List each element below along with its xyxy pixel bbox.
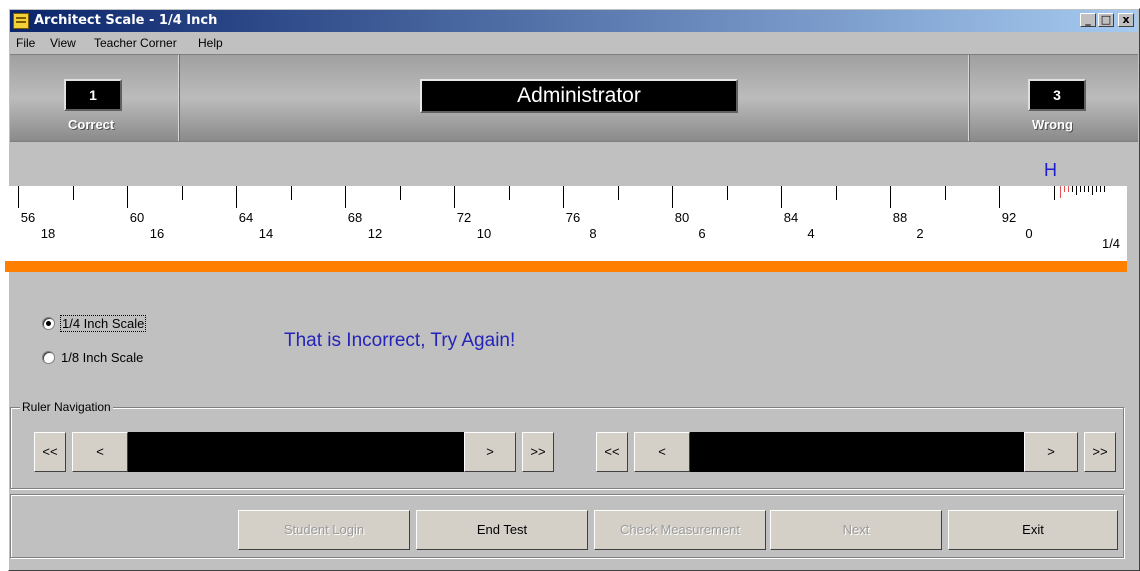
- ruler-fine-tick: [1091, 186, 1093, 195]
- wrong-label: Wrong: [1032, 117, 1073, 132]
- divider: [178, 55, 180, 141]
- ruler-tick: [835, 186, 837, 200]
- architect-ruler[interactable]: 56 18 60 16 64 14 68 12 72 10 76 8 80 6 84 4 88 2 92 0 1/4: [5, 186, 1127, 261]
- ruler-bottom-number: 0: [1025, 226, 1033, 241]
- ruler-tick: [890, 186, 891, 208]
- ruler-bottom-number: 8: [589, 226, 597, 241]
- exit-button[interactable]: Exit: [948, 510, 1118, 550]
- ruler-tick: [1053, 186, 1055, 200]
- menu-view[interactable]: View: [50, 36, 76, 50]
- ruler-bottom-number: 12: [367, 226, 383, 241]
- ruler-top-number: 72: [456, 210, 472, 225]
- ruler-top-number: 56: [20, 210, 36, 225]
- ruler-fine-tick: [1079, 186, 1081, 192]
- menu-file[interactable]: File: [16, 36, 35, 50]
- ruler-fine-tick: [1063, 186, 1065, 192]
- minimize-button[interactable]: _: [1080, 13, 1096, 27]
- ruler-fine-tick: [1067, 186, 1069, 192]
- ruler-tick: [999, 186, 1000, 208]
- feedback-message: That is Incorrect, Try Again!: [284, 330, 516, 351]
- next-button[interactable]: Next: [770, 510, 942, 550]
- ruler-top-number: 88: [892, 210, 908, 225]
- ruler-tick: [127, 186, 128, 208]
- ruler-top-number: 84: [783, 210, 799, 225]
- ruler-fine-tick: [1075, 186, 1077, 195]
- ruler-fine-tick: [1071, 186, 1073, 192]
- radio-button[interactable]: [42, 351, 55, 364]
- ruler-tick: [563, 186, 564, 208]
- ruler-scale-label: 1/4: [1101, 236, 1121, 251]
- ruler-tick: [399, 186, 401, 200]
- left-first-button[interactable]: <<: [34, 432, 66, 472]
- ruler-bottom-number: 4: [807, 226, 815, 241]
- ruler-top-number: 68: [347, 210, 363, 225]
- ruler-fine-tick: [1059, 186, 1061, 198]
- ruler-tick: [181, 186, 183, 200]
- ruler-top-number: 92: [1001, 210, 1017, 225]
- ruler-bottom-number: 18: [40, 226, 56, 241]
- ruler-bottom-number: 2: [916, 226, 924, 241]
- user-name-display: Administrator: [420, 79, 738, 113]
- radio-eighth-inch-scale[interactable]: 1/8 Inch Scale: [42, 350, 143, 365]
- measurement-marker: H: [1044, 160, 1057, 180]
- ruler-top-number: 64: [238, 210, 254, 225]
- ruler-bottom-number: 6: [698, 226, 706, 241]
- student-login-button[interactable]: Student Login: [238, 510, 410, 550]
- ruler-bottom-number: 16: [149, 226, 165, 241]
- ruler-fine-tick: [1083, 186, 1085, 192]
- left-prev-button[interactable]: <: [72, 432, 128, 472]
- ruler-edge-band: [5, 261, 1127, 272]
- correct-count: 1: [64, 79, 122, 111]
- ruler-bottom-number: 14: [258, 226, 274, 241]
- maximize-button[interactable]: □: [1098, 13, 1114, 27]
- menu-help[interactable]: Help: [198, 36, 223, 50]
- radio-label: 1/4 Inch Scale: [59, 315, 147, 332]
- ruler-top-number: 60: [129, 210, 145, 225]
- right-last-button[interactable]: >>: [1084, 432, 1116, 472]
- ruler-tick: [781, 186, 782, 208]
- ruler-tick: [290, 186, 292, 200]
- window-title: Architect Scale - 1/4 Inch: [34, 13, 218, 28]
- radio-label: 1/8 Inch Scale: [61, 350, 144, 365]
- ruler-tick: [72, 186, 74, 200]
- right-scroll-track[interactable]: [690, 432, 1024, 472]
- radio-button-selected[interactable]: [42, 317, 55, 330]
- ruler-fine-tick: [1087, 186, 1089, 192]
- left-last-button[interactable]: >>: [522, 432, 554, 472]
- ruler-fine-tick: [1095, 186, 1097, 192]
- ruler-tick: [672, 186, 673, 208]
- check-measurement-button[interactable]: Check Measurement: [594, 510, 766, 550]
- group-label: Ruler Navigation: [20, 400, 113, 414]
- menu-bar: File View Teacher Corner Help: [10, 33, 1138, 53]
- ruler-tick: [508, 186, 510, 200]
- right-next-button[interactable]: >: [1024, 432, 1078, 472]
- right-first-button[interactable]: <<: [596, 432, 628, 472]
- ruler-tick: [454, 186, 455, 208]
- end-test-button[interactable]: End Test: [416, 510, 588, 550]
- close-button[interactable]: x: [1118, 13, 1134, 27]
- title-bar: Architect Scale - 1/4 Inch _ □ x: [10, 10, 1138, 32]
- ruler-top-number: 76: [565, 210, 581, 225]
- wrong-count: 3: [1028, 79, 1086, 111]
- divider: [968, 55, 970, 141]
- ruler-tick: [944, 186, 946, 200]
- ruler-fine-tick: [1099, 186, 1101, 192]
- ruler-tick: [236, 186, 237, 208]
- radio-quarter-inch-scale[interactable]: 1/4 Inch Scale: [42, 315, 147, 332]
- ruler-top-number: 80: [674, 210, 690, 225]
- left-next-button[interactable]: >: [464, 432, 516, 472]
- ruler-tick: [18, 186, 19, 208]
- ruler-bottom-number: 10: [476, 226, 492, 241]
- ruler-tick: [726, 186, 728, 200]
- menu-teacher-corner[interactable]: Teacher Corner: [94, 36, 177, 50]
- app-icon: [13, 13, 29, 29]
- ruler-tick: [345, 186, 346, 208]
- ruler-tick: [617, 186, 619, 200]
- score-header: 1 Correct Administrator 3 Wrong: [10, 54, 1138, 142]
- ruler-fine-tick: [1103, 186, 1105, 192]
- left-scroll-track[interactable]: [128, 432, 464, 472]
- correct-label: Correct: [68, 117, 115, 132]
- right-prev-button[interactable]: <: [634, 432, 690, 472]
